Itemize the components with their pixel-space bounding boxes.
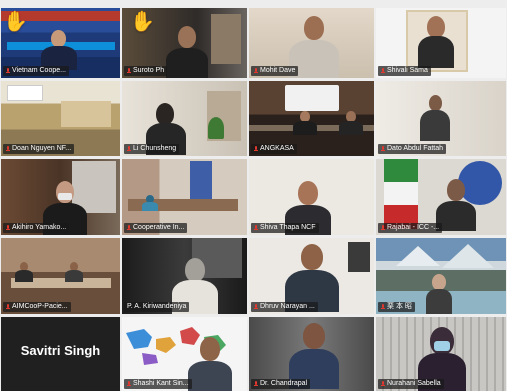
mic-muted-icon [381,68,385,74]
mic-muted-icon [254,381,258,387]
video-tile-li-chunsheng[interactable]: Li Chunsheng [122,81,247,156]
video-tile-shivali-sama[interactable]: Shivali Sama [376,8,506,78]
video-tile-mohit-dave[interactable]: Mohit Dave [249,8,374,78]
participant-name-placeholder: Savitri Singh [20,343,101,358]
mic-muted-icon [381,146,385,152]
mic-muted-icon [127,146,131,152]
video-tile-rajabai-icc[interactable]: Rajabai - ICC -... [376,159,506,235]
participant-nametag: Suroto Ph [124,66,168,76]
participant-nametag: 栗 本 昭 [378,302,415,312]
participant-nametag: Rajabai - ICC -... [378,223,443,233]
participant-name: ANGKASA [260,145,294,152]
video-tile-pa-kiriwandeniya[interactable]: P. A. Kiriwandeniya [122,238,247,314]
participant-nametag: Dato Abdul Fattah [378,144,447,154]
mic-muted-icon [254,146,258,152]
participant-name: Akihiro Yamako... [12,224,67,231]
video-gallery: ✋ Vietnam Coope... ✋ Suroto Ph Mohit Dav… [0,8,507,391]
video-tile-dhruv-narayan[interactable]: Dhruv Narayan ... [249,238,374,314]
participant-name: 栗 本 昭 [387,303,412,310]
participant-nametag: AIMCooP-Pacie... [3,302,71,312]
participant-name: Dato Abdul Fattah [387,145,444,152]
participant-name: Suroto Ph [133,67,165,74]
video-tile-dr-chandrapal[interactable]: Dr. Chandrapal [249,317,374,391]
mic-muted-icon [127,381,131,387]
video-tile-savitri-singh[interactable]: Savitri Singh [1,317,120,391]
mic-muted-icon [6,146,10,152]
mic-muted-icon [381,304,385,310]
raise-hand-icon: ✋ [130,11,155,33]
mic-muted-icon [254,225,258,231]
mic-muted-icon [381,381,385,387]
participant-nametag: Cooperative In... [124,223,188,233]
participant-nametag: Vietnam Coope... [3,66,69,76]
participant-name: Rajabai - ICC -... [387,224,440,231]
participant-nametag: P. A. Kiriwandeniya [124,302,190,312]
participant-name: Mohit Dave [260,67,296,74]
participant-nametag: Shiva Thapa NCF [251,223,319,233]
video-tile-vietnam-cooperative[interactable]: ✋ Vietnam Coope... [1,8,120,78]
video-tile-cooperative-in[interactable]: Cooperative In... [122,159,247,235]
participant-name: Vietnam Coope... [12,67,66,74]
participant-name: Cooperative In... [133,224,185,231]
video-tile-doan-nguyen[interactable]: Doan Nguyen NF... [1,81,120,156]
mic-muted-icon [127,225,131,231]
mic-muted-icon [254,304,258,310]
participant-name: Shiva Thapa NCF [260,224,316,231]
video-tile-suroto[interactable]: ✋ Suroto Ph [122,8,247,78]
participant-nametag: Dhruv Narayan ... [251,302,318,312]
participant-name: Doan Nguyen NF... [12,145,72,152]
video-tile-dato-abdul-fattah[interactable]: Dato Abdul Fattah [376,81,506,156]
participant-name: Dhruv Narayan ... [260,303,315,310]
participant-nametag: Li Chunsheng [124,144,180,154]
video-tile-shashi-kant[interactable]: Shashi Kant Sin... [122,317,247,391]
participant-nametag: Shivali Sama [378,66,431,76]
participant-nametag: Akihiro Yamako... [3,223,70,233]
participant-name: AIMCooP-Pacie... [12,303,68,310]
participant-name: Shivali Sama [387,67,428,74]
participant-name: P. A. Kiriwandeniya [127,303,187,310]
video-tile-akihiro-yamako[interactable]: Akihiro Yamako... [1,159,120,235]
video-tile-nurahani[interactable]: Nurahani Sabella [376,317,506,391]
mic-muted-icon [6,304,10,310]
participant-nametag: Doan Nguyen NF... [3,144,75,154]
raise-hand-icon: ✋ [3,11,28,33]
video-tile-angkasa[interactable]: ANGKASA [249,81,374,156]
participant-nametag: Mohit Dave [251,66,299,76]
mic-muted-icon [127,68,131,74]
mic-muted-icon [381,225,385,231]
video-tile-shiva-thapa[interactable]: Shiva Thapa NCF [249,159,374,235]
mic-muted-icon [6,225,10,231]
video-tile-japanese-participant[interactable]: 栗 本 昭 [376,238,506,314]
participant-nametag: ANGKASA [251,144,297,154]
mic-muted-icon [6,68,10,74]
participant-name: Li Chunsheng [133,145,177,152]
video-tile-aimcoop-pacific[interactable]: AIMCooP-Pacie... [1,238,120,314]
mic-muted-icon [254,68,258,74]
